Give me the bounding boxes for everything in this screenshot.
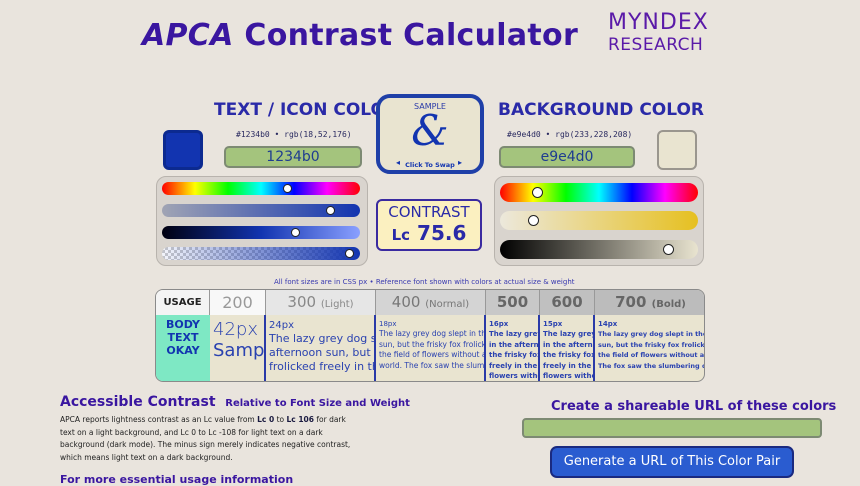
text-slider-panel	[156, 176, 368, 266]
background-color-readout: #e9e4d0 • rgb(233,228,208)	[507, 130, 633, 139]
swap-colors-button[interactable]: SAMPLE & ◂ ▸ Click To Swap	[376, 94, 484, 174]
text-lightness-slider[interactable]	[162, 226, 360, 239]
contrast-label: CONTRAST	[388, 203, 470, 221]
text-hue-slider[interactable]	[162, 182, 360, 195]
ampersand-sample: &	[411, 106, 449, 155]
text-color-readout: #1234b0 • rgb(18,52,176)	[236, 130, 352, 139]
weight-header-700: 700 (Bold)	[595, 290, 704, 315]
page-title: APCA Contrast Calculator	[142, 18, 578, 53]
share-url-heading: Create a shareable URL of these colors	[551, 399, 837, 414]
click-to-swap-label: Click To Swap	[405, 161, 455, 169]
accessible-contrast-heading: Accessible Contrast Relative to Font Siz…	[60, 394, 410, 410]
text-color-heading: TEXT / ICON COLOR	[214, 100, 399, 120]
apca-description: APCA reports lightness contrast as an Lc…	[60, 415, 351, 462]
text-alpha-slider[interactable]	[162, 247, 360, 260]
text-chroma-slider[interactable]	[162, 204, 360, 217]
usage-verdict: BODY TEXT OKAY	[156, 315, 210, 381]
background-hue-slider[interactable]	[500, 183, 698, 202]
background-color-swatch[interactable]	[657, 130, 697, 170]
share-url-field[interactable]	[522, 418, 822, 438]
text-alpha-handle[interactable]	[345, 249, 354, 258]
background-hue-handle[interactable]	[532, 187, 543, 198]
font-size-note: All font sizes are in CSS px • Reference…	[274, 278, 575, 286]
sample-cell-15px: 15px The lazy grey dog slept in the afte…	[540, 315, 595, 381]
sample-cell-42px: 42px Sample	[210, 315, 266, 381]
background-color-heading: BACKGROUND COLOR	[498, 100, 705, 120]
weight-header-500: 500	[486, 290, 540, 315]
usage-header: USAGE	[156, 290, 210, 315]
weight-header-600: 600	[540, 290, 595, 315]
background-lightness-handle[interactable]	[663, 244, 674, 255]
text-color-swatch[interactable]	[163, 130, 203, 170]
background-chroma-handle[interactable]	[528, 215, 539, 226]
weight-header-200: 200	[210, 290, 266, 315]
sample-cell-14px: 14px The lazy grey dog slept in the afte…	[595, 315, 704, 381]
background-lightness-slider[interactable]	[500, 240, 698, 259]
text-hue-handle[interactable]	[283, 184, 292, 193]
contrast-result: CONTRAST Lc 75.6	[376, 199, 482, 251]
myndex-logo-line1: MYNDEX	[608, 10, 709, 35]
lc-prefix: Lc	[391, 226, 411, 244]
accessible-contrast-subheading: Relative to Font Size and Weight	[225, 398, 410, 409]
background-hex-input[interactable]: e9e4d0	[499, 146, 635, 168]
font-size-table: USAGE 200 300 (Light) 400 (Normal) 500 6…	[155, 289, 705, 382]
sample-cell-24px: 24px The lazy grey dog slept in the afte…	[266, 315, 376, 381]
text-chroma-handle[interactable]	[326, 206, 335, 215]
background-chroma-slider[interactable]	[500, 211, 698, 230]
myndex-logo-line2: RESEARCH	[608, 35, 704, 55]
background-slider-panel	[494, 176, 704, 266]
weight-header-300: 300 (Light)	[266, 290, 376, 315]
generate-url-button[interactable]: Generate a URL of This Color Pair	[550, 446, 794, 478]
sample-cell-16px: 16px The lazy grey dog slept in the afte…	[486, 315, 540, 381]
title-rest: Contrast Calculator	[244, 18, 579, 53]
title-apca: APCA	[142, 18, 234, 53]
text-hex-input[interactable]: 1234b0	[224, 146, 362, 168]
sample-cell-18px: 18px The lazy grey dog slept in the afte…	[376, 315, 486, 381]
text-lightness-handle[interactable]	[291, 228, 300, 237]
contrast-value: 75.6	[417, 221, 467, 245]
weight-header-400: 400 (Normal)	[376, 290, 486, 315]
